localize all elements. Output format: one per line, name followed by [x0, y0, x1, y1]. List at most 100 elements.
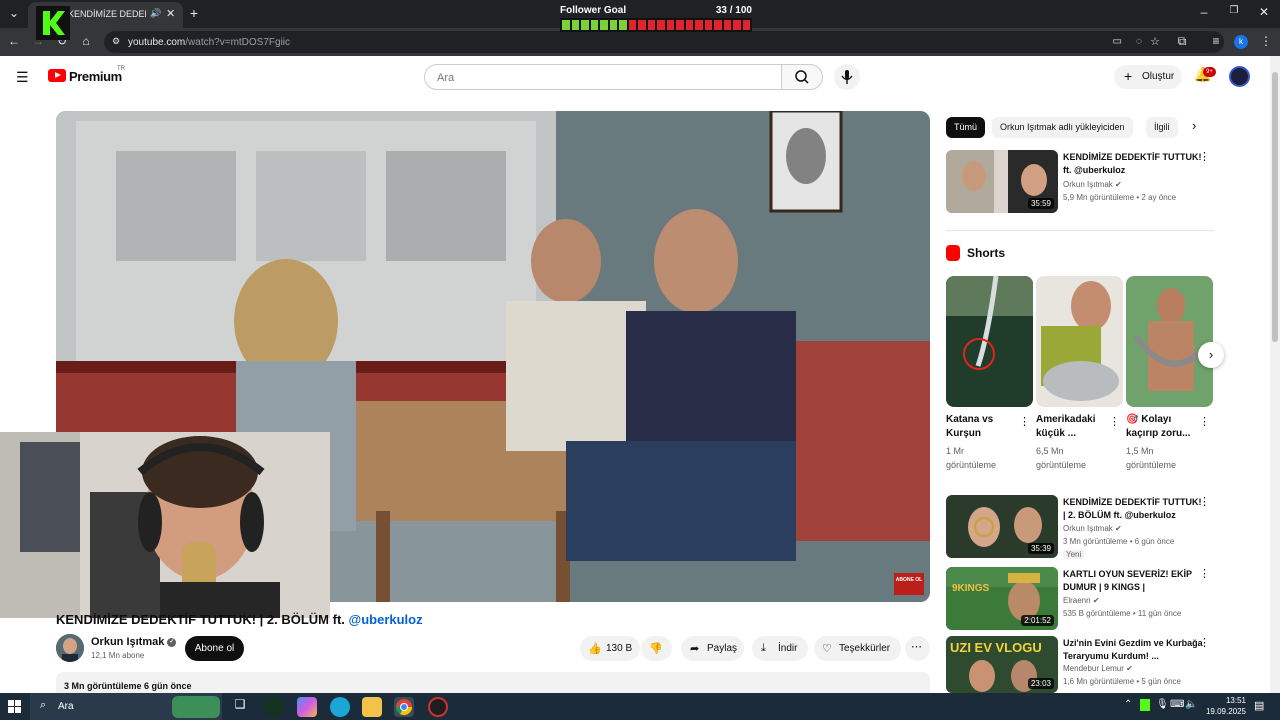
tab-title: KENDİMİZE DEDEKTİF T — [68, 9, 146, 19]
more-options-icon[interactable]: ⋮ — [1199, 415, 1210, 428]
short-title[interactable]: Katana vs Kurşun — [946, 413, 1016, 441]
account-avatar[interactable] — [1229, 66, 1250, 87]
more-options-icon[interactable]: ⋮ — [1109, 415, 1120, 428]
like-button[interactable]: 👍 130 B — [580, 636, 640, 661]
tab-close-icon[interactable]: ✕ — [166, 7, 175, 20]
short-thumbnail[interactable] — [946, 276, 1033, 407]
related-channel[interactable]: Elraenn ✔ — [1063, 596, 1100, 605]
short-title[interactable]: Amerikadaki küçük ... — [1036, 413, 1106, 441]
tray-overflow-icon[interactable]: ⌃ — [1124, 699, 1132, 710]
related-video-title[interactable]: KENDİMİZE DEDEKTİF TUTTUK! ft. @uberkulo… — [1063, 151, 1203, 177]
short-item[interactable]: Katana vs Kurşun 1 Mr görüntüleme ⋮ — [946, 276, 1034, 470]
scrollbar-thumb[interactable] — [1272, 72, 1278, 342]
subscribe-watermark[interactable]: ABONE OL — [894, 577, 924, 583]
taskbar-clock[interactable]: 13:51 19.09.2025 — [1196, 695, 1246, 717]
shorts-next-button[interactable]: › — [1198, 342, 1224, 368]
obs-icon[interactable] — [428, 697, 448, 717]
short-item[interactable]: Amerikadaki küçük ... 6,5 Mn görüntüleme… — [1036, 276, 1124, 470]
more-options-icon[interactable]: ⋮ — [1199, 495, 1210, 508]
related-video-title[interactable]: Uzi'nin Evini Gezdim ve Kurbağa Teraryum… — [1063, 637, 1203, 663]
browser-menu-icon[interactable]: ⋮ — [1258, 34, 1274, 48]
youtube-logo-icon[interactable] — [48, 69, 66, 82]
short-thumbnail[interactable] — [1036, 276, 1123, 407]
cast-icon[interactable]: ▭ — [1113, 36, 1122, 47]
related-video-title[interactable]: KENDİMİZE DEDEKTİF TUTTUK! | 2. BÖLÜM ft… — [1063, 496, 1203, 522]
search-icon — [795, 70, 809, 84]
more-actions-button[interactable]: ⋯ — [905, 636, 930, 661]
download-label: İndir — [778, 643, 798, 654]
related-video-title[interactable]: KARTLI OYUN SEVERİZ! EKİP DUMUR | 9 KING… — [1063, 568, 1203, 594]
short-item[interactable]: 🎯 Kolayı kaçırıp zoru... 1,5 Mn görüntül… — [1126, 276, 1214, 470]
windows-start-icon[interactable] — [8, 700, 21, 713]
create-button[interactable]: + Oluştur — [1114, 65, 1182, 89]
voice-search-button[interactable] — [834, 64, 860, 90]
site-info-icon[interactable]: ⚙ — [112, 36, 120, 47]
share-button[interactable]: ➦ Paylaş — [681, 636, 744, 661]
restore-icon[interactable]: ❐ — [1226, 5, 1242, 16]
chips-next-icon[interactable]: › — [1192, 118, 1196, 133]
video-thumbnail[interactable]: 9KINGS 2:01:52 — [946, 567, 1058, 630]
chrome-app-icon[interactable] — [394, 697, 414, 717]
mention-link[interactable]: @uberkuloz — [349, 612, 423, 627]
more-options-icon[interactable]: ⋮ — [1199, 567, 1210, 580]
related-video[interactable]: 35:59 KENDİMİZE DEDEKTİF TUTTUK! ft. @ub… — [946, 150, 1214, 215]
extensions-icon[interactable]: ⧉ — [1174, 34, 1190, 49]
network-icon[interactable]: ⌨ — [1170, 699, 1184, 710]
search-input[interactable]: Ara — [424, 64, 782, 90]
home-icon[interactable]: ⌂ — [78, 34, 94, 48]
more-options-icon[interactable]: ⋮ — [1199, 150, 1210, 163]
brand-premium[interactable]: Premium — [69, 69, 122, 84]
download-button[interactable]: ⤓ İndir — [752, 636, 808, 661]
copilot-icon[interactable] — [297, 697, 317, 717]
channel-avatar[interactable] — [56, 634, 84, 662]
address-bar[interactable]: ⚙ youtube.com/watch?v=mtDOS7Fgiic ▭ ◌ ☆ — [104, 31, 1224, 53]
task-view-icon[interactable]: ❑ — [230, 697, 250, 717]
back-icon[interactable]: ← — [6, 34, 22, 48]
related-meta: 5,9 Mn görüntüleme • 2 ay önce — [1063, 193, 1177, 202]
search-button[interactable] — [781, 64, 823, 90]
subscribe-button[interactable]: Abone ol — [185, 636, 244, 661]
tray-kick-icon[interactable] — [1140, 699, 1150, 711]
taskbar-search[interactable]: ⌕ Ara — [30, 693, 222, 720]
video-thumbnail[interactable]: 35:39 — [946, 495, 1058, 558]
page-scrollbar[interactable] — [1270, 56, 1280, 693]
bookmark-star-icon[interactable]: ☆ — [1150, 35, 1160, 48]
thanks-button[interactable]: ♡ Teşekkürler — [814, 636, 901, 661]
short-thumbnail[interactable] — [1126, 276, 1213, 407]
channel-name[interactable]: Orkun Işıtmak ✓ — [91, 636, 177, 648]
more-options-icon[interactable]: ⋮ — [1199, 636, 1210, 649]
notification-center-icon[interactable]: ▤ — [1254, 699, 1264, 712]
minimize-icon[interactable]: – — [1196, 5, 1212, 19]
more-options-icon[interactable]: ⋮ — [1019, 415, 1030, 428]
dislike-button[interactable]: 👎 — [641, 636, 672, 661]
video-thumbnail[interactable]: UZI EV VLOGU 23:03 — [946, 636, 1058, 693]
related-video[interactable]: UZI EV VLOGU 23:03 Uzi'nin Evini Gezdim … — [946, 636, 1214, 693]
short-title[interactable]: 🎯 Kolayı kaçırıp zoru... — [1126, 413, 1196, 441]
video-thumbnail[interactable]: 35:59 — [946, 150, 1058, 213]
video-stats: 3 Mn görüntüleme 6 gün önce — [64, 681, 192, 691]
related-channel[interactable]: Orkun Işıtmak ✔ — [1063, 180, 1122, 189]
edge-icon[interactable] — [330, 697, 350, 717]
related-channel[interactable]: Mendebur Lemur ✔ — [1063, 664, 1133, 673]
chip-from-uploader[interactable]: Orkun Işıtmak adlı yükleyiciden — [992, 117, 1133, 138]
file-explorer-icon[interactable] — [362, 697, 382, 717]
hamburger-menu-icon[interactable]: ☰ — [16, 69, 29, 86]
eye-off-icon[interactable]: ◌ — [1136, 36, 1142, 47]
chip-related[interactable]: İlgili — [1146, 117, 1178, 138]
related-video[interactable]: 35:39 KENDİMİZE DEDEKTİF TUTTUK! | 2. BÖ… — [946, 495, 1214, 560]
window-close-icon[interactable]: ✕ — [1256, 5, 1272, 19]
new-tab-icon[interactable]: + — [186, 5, 202, 21]
related-channel[interactable]: Orkun Işıtmak ✔ — [1063, 524, 1122, 533]
profile-avatar[interactable]: k — [1234, 35, 1248, 49]
svg-text:9KINGS: 9KINGS — [952, 583, 990, 594]
tray-mic-icon[interactable]: 🎙 — [1156, 699, 1169, 710]
tab-search-icon[interactable]: ⌄ — [6, 6, 22, 20]
spotify-icon[interactable] — [264, 697, 284, 717]
related-video[interactable]: 9KINGS 2:01:52 KARTLI OYUN SEVERİZ! EKİP… — [946, 567, 1214, 632]
url-domain: youtube.com — [128, 37, 186, 48]
chip-all[interactable]: Tümü — [946, 117, 986, 138]
verified-icon: ✓ — [167, 637, 177, 647]
tab-audio-icon[interactable]: 🔊 — [150, 8, 161, 19]
media-control-icon[interactable]: ≡ — [1208, 34, 1224, 48]
thumbs-down-icon: 👎 — [649, 643, 663, 655]
